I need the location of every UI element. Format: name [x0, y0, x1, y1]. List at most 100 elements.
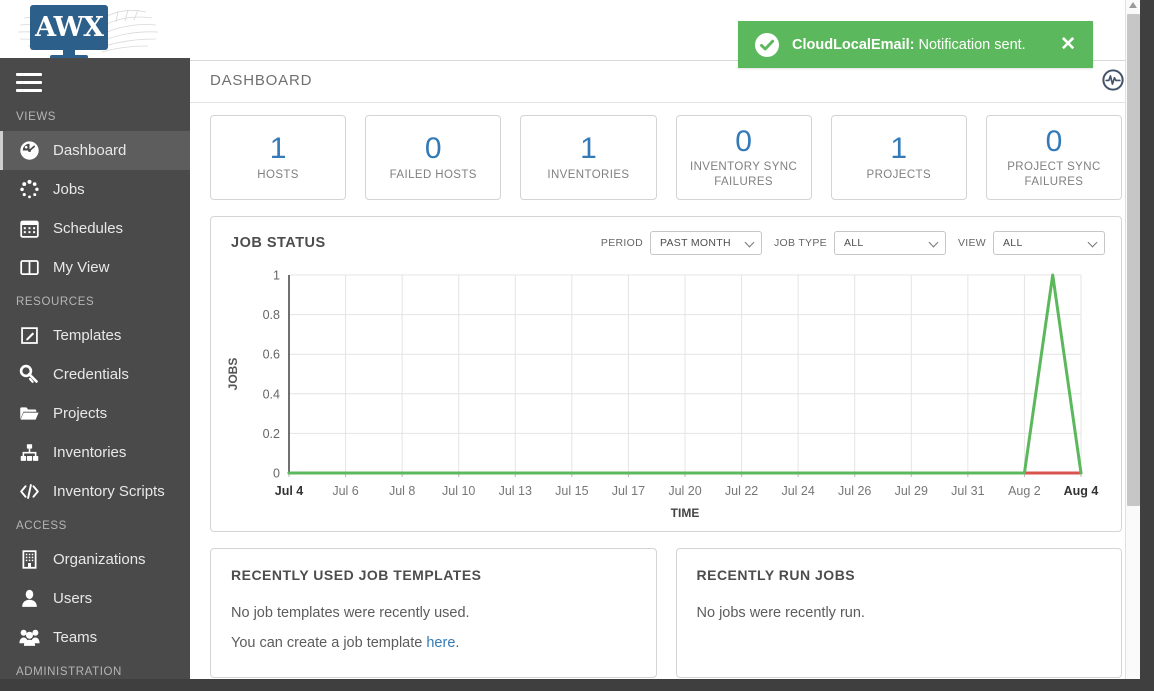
activity-stream-icon[interactable]: [1102, 69, 1124, 91]
sidebar-item-label: Teams: [53, 629, 98, 646]
stat-label: FAILED HOSTS: [389, 168, 477, 181]
inventory-tree-icon: [16, 442, 42, 464]
recent-templates-create: You can create a job template here.: [231, 635, 636, 651]
toast-source: CloudLocalEmail:: [792, 36, 915, 53]
awx-logo-text: AWX: [35, 12, 104, 43]
stat-value: 0: [735, 124, 752, 158]
sidebar-item-label: Organizations: [53, 551, 146, 568]
svg-text:Jul 8: Jul 8: [389, 484, 415, 498]
sidebar-item-jobs[interactable]: Jobs: [0, 170, 190, 209]
page-scrollbar[interactable]: [1125, 0, 1140, 679]
chevron-down-icon: [1087, 237, 1098, 248]
svg-text:Jul 4: Jul 4: [275, 484, 304, 498]
sidebar-section-views: VIEWS: [16, 111, 57, 123]
calendar-icon: [16, 218, 42, 240]
sidebar-item-projects[interactable]: Projects: [0, 394, 190, 433]
awx-logo-box: AWX: [30, 5, 108, 50]
awx-logo[interactable]: AWX: [8, 0, 168, 62]
stat-label: INVENTORIES: [547, 168, 630, 181]
building-icon: [16, 549, 42, 571]
stat-value: 0: [1045, 124, 1063, 158]
sidebar-item-label: My View: [53, 259, 110, 276]
filter-job-type: JOB TYPE ALL: [774, 231, 946, 255]
svg-text:Aug 4: Aug 4: [1064, 484, 1099, 498]
recently-used-job-templates-panel: RECENTLY USED JOB TEMPLATES No job templ…: [210, 548, 657, 678]
folder-icon: [16, 403, 42, 425]
close-icon[interactable]: ✕: [1057, 35, 1079, 54]
template-edit-icon: [16, 325, 42, 347]
period-select[interactable]: PAST MONTH: [649, 231, 762, 255]
sidebar-item-credentials[interactable]: Credentials: [0, 355, 190, 394]
recent-templates-title: RECENTLY USED JOB TEMPLATES: [231, 567, 482, 583]
svg-text:0.8: 0.8: [263, 308, 280, 322]
sidebar-item-label: Projects: [53, 405, 108, 422]
sidebar-item-label: Credentials: [53, 366, 129, 383]
sidebar-item-teams[interactable]: Teams: [0, 618, 190, 657]
recent-jobs-empty: No jobs were recently run.: [696, 605, 865, 621]
scroll-up-arrow-icon[interactable]: [1129, 2, 1137, 8]
toast-message: CloudLocalEmail: Notification sent.: [792, 37, 1044, 53]
recent-templates-empty: No job templates were recently used.: [231, 605, 470, 621]
sidebar-item-label: Inventory Scripts: [53, 483, 165, 500]
svg-text:Jul 17: Jul 17: [612, 484, 645, 498]
svg-text:0.2: 0.2: [263, 427, 280, 441]
sidebar-item-inventories[interactable]: Inventories: [0, 433, 190, 472]
sidebar-item-users[interactable]: Users: [0, 579, 190, 618]
stat-label: HOSTS: [257, 168, 299, 181]
stat-value: 0: [424, 132, 442, 166]
sidebar-item-my-view[interactable]: My View: [0, 248, 190, 287]
hamburger-icon[interactable]: [16, 73, 42, 92]
sidebar-item-label: Dashboard: [53, 142, 127, 159]
sidebar-item-label: Users: [53, 590, 93, 607]
sidebar-item-organizations[interactable]: Organizations: [0, 540, 190, 579]
stat-card-inventory-sync-failures[interactable]: 0 INVENTORY SYNC FAILURES: [675, 115, 812, 200]
jobs-icon: [16, 179, 42, 201]
stat-card-project-sync-failures[interactable]: 0 PROJECT SYNC FAILURES: [985, 115, 1123, 200]
page-title: DASHBOARD: [210, 71, 313, 89]
scrollbar-thumb[interactable]: [1127, 14, 1140, 506]
stat-value: 1: [269, 132, 287, 166]
stat-card-hosts[interactable]: 1 HOSTS: [210, 115, 347, 200]
team-icon: [16, 627, 42, 649]
svg-text:0.4: 0.4: [263, 387, 280, 401]
create-prefix: You can create a job template: [231, 635, 427, 651]
chevron-down-icon: [744, 237, 755, 248]
view-select[interactable]: ALL: [993, 231, 1105, 255]
check-circle-icon: [755, 32, 779, 57]
code-brackets-icon: [16, 481, 42, 503]
sidebar-section-access: ACCESS: [16, 520, 67, 532]
sidebar-item-templates[interactable]: Templates: [0, 316, 190, 355]
svg-text:Jul 10: Jul 10: [442, 484, 475, 498]
sidebar-item-schedules[interactable]: Schedules: [0, 209, 190, 248]
job-status-title: JOB STATUS: [231, 235, 326, 251]
stat-label: PROJECTS: [866, 168, 932, 181]
svg-text:Jul 26: Jul 26: [838, 484, 871, 498]
svg-text:Jul 22: Jul 22: [725, 484, 758, 498]
sidebar-item-inventory-scripts[interactable]: Inventory Scripts: [0, 472, 190, 511]
job-status-header: JOB STATUS PERIOD PAST MONTH JOB TYPE AL…: [211, 217, 1121, 261]
svg-text:0: 0: [273, 467, 280, 481]
job-type-select[interactable]: ALL: [833, 231, 946, 255]
stat-card-projects[interactable]: 1 PROJECTS: [830, 115, 967, 200]
stat-label: INVENTORY SYNC FAILURES: [689, 161, 798, 188]
svg-text:Jul 31: Jul 31: [951, 484, 984, 498]
recently-run-jobs-panel: RECENTLY RUN JOBS No jobs were recently …: [675, 548, 1122, 678]
browser-viewport: AWX CloudLocalEmail: Notification sent. …: [0, 0, 1154, 691]
svg-text:Jul 13: Jul 13: [499, 484, 532, 498]
create-template-link[interactable]: here: [426, 635, 455, 651]
myview-icon: [16, 257, 42, 279]
sidebar-item-dashboard[interactable]: Dashboard: [0, 131, 190, 170]
stat-card-inventories[interactable]: 1 INVENTORIES: [520, 115, 657, 200]
dashboard-icon: [16, 140, 42, 162]
stat-value: 1: [890, 132, 908, 166]
sidebar-item-label: Templates: [53, 327, 122, 344]
svg-text:Jul 24: Jul 24: [781, 484, 814, 498]
job-status-chart[interactable]: 0 0.2 0.4 0.6 0.8 1 Jul 4 Jul 6 Jul 8 Jul 10 Jul 1…: [211, 261, 1121, 531]
main-content: DASHBOARD 1 HOSTS 0 FAILED HOSTS 1 INVEN…: [190, 58, 1140, 679]
svg-text:0.6: 0.6: [263, 348, 280, 362]
filter-label: PERIOD: [600, 237, 643, 249]
svg-text:Jul 29: Jul 29: [895, 484, 928, 498]
stat-card-failed-hosts[interactable]: 0 FAILED HOSTS: [365, 115, 502, 200]
job-status-panel: JOB STATUS PERIOD PAST MONTH JOB TYPE AL…: [210, 216, 1122, 532]
notification-toast[interactable]: CloudLocalEmail: Notification sent. ✕: [738, 21, 1093, 68]
